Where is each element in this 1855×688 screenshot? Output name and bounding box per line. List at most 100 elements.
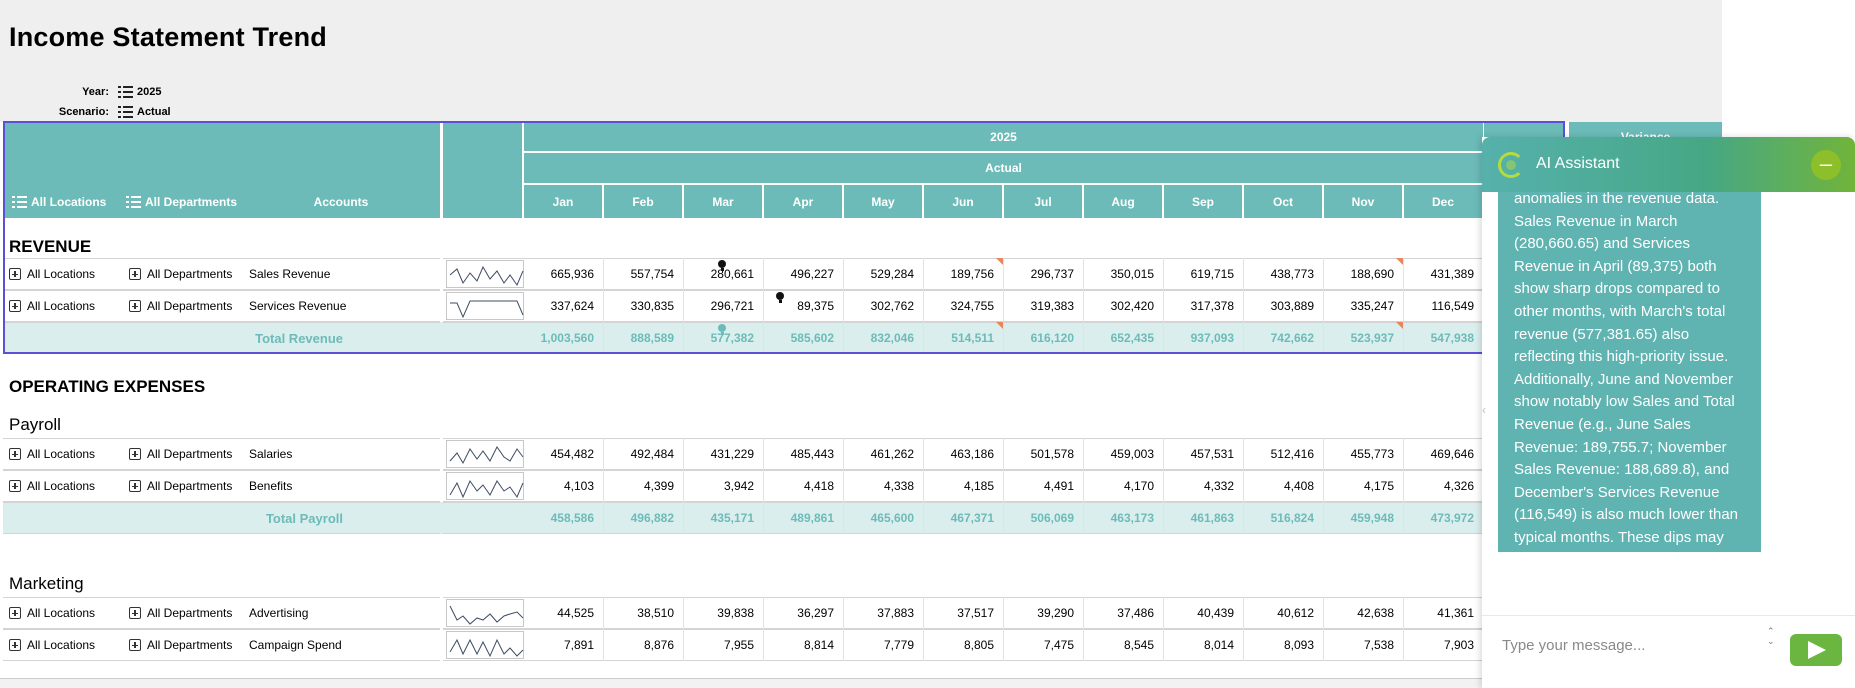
department-expand[interactable]: All Departments: [129, 267, 232, 281]
value-cell[interactable]: 431,389: [1404, 267, 1474, 281]
value-cell[interactable]: 616,120: [1004, 331, 1074, 345]
value-cell[interactable]: 37,883: [844, 606, 914, 620]
value-cell[interactable]: 461,863: [1164, 511, 1234, 525]
list-icon[interactable]: [118, 106, 133, 118]
value-cell[interactable]: 302,420: [1084, 299, 1154, 313]
value-cell[interactable]: 296,737: [1004, 267, 1074, 281]
value-cell[interactable]: 7,538: [1324, 638, 1394, 652]
value-cell[interactable]: 8,545: [1084, 638, 1154, 652]
value-cell[interactable]: 350,015: [1084, 267, 1154, 281]
value-cell[interactable]: 8,093: [1244, 638, 1314, 652]
value-cell[interactable]: 7,891: [524, 638, 594, 652]
value-cell[interactable]: 39,838: [684, 606, 754, 620]
expand-icon[interactable]: [9, 268, 21, 280]
value-cell[interactable]: 317,378: [1164, 299, 1234, 313]
value-cell[interactable]: 7,903: [1404, 638, 1474, 652]
expand-icon[interactable]: [129, 480, 141, 492]
minimize-icon[interactable]: –: [1811, 150, 1841, 180]
value-cell[interactable]: 4,326: [1404, 479, 1474, 493]
value-cell[interactable]: 529,284: [844, 267, 914, 281]
value-cell[interactable]: 435,171: [684, 511, 754, 525]
value-cell[interactable]: 585,602: [764, 331, 834, 345]
value-cell[interactable]: 7,955: [684, 638, 754, 652]
value-cell[interactable]: 457,531: [1164, 447, 1234, 461]
expand-icon[interactable]: [129, 268, 141, 280]
list-icon[interactable]: [118, 86, 133, 98]
value-cell[interactable]: 665,936: [524, 267, 594, 281]
chevron-left-icon[interactable]: ‹: [1482, 403, 1490, 417]
scenario-filter-value[interactable]: Actual: [137, 106, 171, 118]
ai-message-list[interactable]: anomalies in the revenue data. Sales Rev…: [1482, 192, 1855, 552]
value-cell[interactable]: 36,297: [764, 606, 834, 620]
value-cell[interactable]: 303,889: [1244, 299, 1314, 313]
table-row[interactable]: All Locations All Departments Sales Revenu…: [3, 258, 1503, 290]
value-cell[interactable]: 523,937: [1324, 331, 1394, 345]
table-row[interactable]: All Locations All Departments Campaign Spe…: [3, 629, 1503, 661]
value-cell[interactable]: 465,600: [844, 511, 914, 525]
total-row[interactable]: Total Payroll 458,586 496,882 435,171 489,86…: [3, 502, 1503, 534]
department-expand[interactable]: All Departments: [129, 638, 232, 652]
value-cell[interactable]: 461,262: [844, 447, 914, 461]
value-cell[interactable]: 324,755: [924, 299, 994, 313]
value-cell[interactable]: 438,773: [1244, 267, 1314, 281]
value-cell[interactable]: 8,814: [764, 638, 834, 652]
value-cell[interactable]: 188,690: [1324, 267, 1394, 281]
scenario-filter[interactable]: Scenario: Actual: [0, 104, 171, 120]
value-cell[interactable]: 458,586: [524, 511, 594, 525]
value-cell[interactable]: 459,948: [1324, 511, 1394, 525]
table-row[interactable]: All Locations All Departments Advertising 4…: [3, 597, 1503, 629]
value-cell[interactable]: 832,046: [844, 331, 914, 345]
total-row[interactable]: Total Revenue 1,003,560 888,589 577,382 585,…: [3, 322, 1503, 354]
value-cell[interactable]: 37,517: [924, 606, 994, 620]
locations-dimension[interactable]: All Locations: [12, 192, 106, 212]
location-expand[interactable]: All Locations: [9, 479, 95, 493]
expand-icon[interactable]: [129, 448, 141, 460]
value-cell[interactable]: 4,418: [764, 479, 834, 493]
value-cell[interactable]: 4,491: [1004, 479, 1074, 493]
value-cell[interactable]: 501,578: [1004, 447, 1074, 461]
value-cell[interactable]: 1,003,560: [524, 331, 594, 345]
expand-icon[interactable]: [129, 607, 141, 619]
value-cell[interactable]: 8,876: [604, 638, 674, 652]
department-expand[interactable]: All Departments: [129, 606, 232, 620]
value-cell[interactable]: 516,824: [1244, 511, 1314, 525]
value-cell[interactable]: 7,475: [1004, 638, 1074, 652]
value-cell[interactable]: 40,439: [1164, 606, 1234, 620]
value-cell[interactable]: 42,638: [1324, 606, 1394, 620]
value-cell[interactable]: 547,938: [1404, 331, 1474, 345]
location-expand[interactable]: All Locations: [9, 638, 95, 652]
expand-icon[interactable]: [9, 480, 21, 492]
value-cell[interactable]: 4,338: [844, 479, 914, 493]
comment-flag-icon[interactable]: [1396, 258, 1403, 265]
year-filter-value[interactable]: 2025: [137, 86, 161, 98]
value-cell[interactable]: 189,756: [924, 267, 994, 281]
expand-icon[interactable]: [129, 300, 141, 312]
value-cell[interactable]: 4,175: [1324, 479, 1394, 493]
insight-bulb-icon[interactable]: [776, 292, 784, 304]
value-cell[interactable]: 514,511: [924, 331, 994, 345]
value-cell[interactable]: 4,332: [1164, 479, 1234, 493]
value-cell[interactable]: 454,482: [524, 447, 594, 461]
value-cell[interactable]: 4,170: [1084, 479, 1154, 493]
value-cell[interactable]: 44,525: [524, 606, 594, 620]
value-cell[interactable]: 619,715: [1164, 267, 1234, 281]
insight-bulb-icon[interactable]: [718, 324, 726, 336]
value-cell[interactable]: 506,069: [1004, 511, 1074, 525]
value-cell[interactable]: 463,173: [1084, 511, 1154, 525]
location-expand[interactable]: All Locations: [9, 267, 95, 281]
comment-flag-icon[interactable]: [1396, 322, 1403, 329]
value-cell[interactable]: 296,721: [684, 299, 754, 313]
department-expand[interactable]: All Departments: [129, 299, 232, 313]
value-cell[interactable]: 473,972: [1404, 511, 1474, 525]
value-cell[interactable]: 937,093: [1164, 331, 1234, 345]
value-cell[interactable]: 319,383: [1004, 299, 1074, 313]
value-cell[interactable]: 8,805: [924, 638, 994, 652]
value-cell[interactable]: 888,589: [604, 331, 674, 345]
comment-flag-icon[interactable]: [996, 322, 1003, 329]
value-cell[interactable]: 512,416: [1244, 447, 1314, 461]
table-row[interactable]: All Locations All Departments Salaries 454,…: [3, 438, 1503, 470]
value-cell[interactable]: 116,549: [1404, 299, 1475, 313]
departments-dimension[interactable]: All Departments: [126, 192, 237, 212]
expand-icon[interactable]: [9, 448, 21, 460]
value-cell[interactable]: 8,014: [1164, 638, 1234, 652]
